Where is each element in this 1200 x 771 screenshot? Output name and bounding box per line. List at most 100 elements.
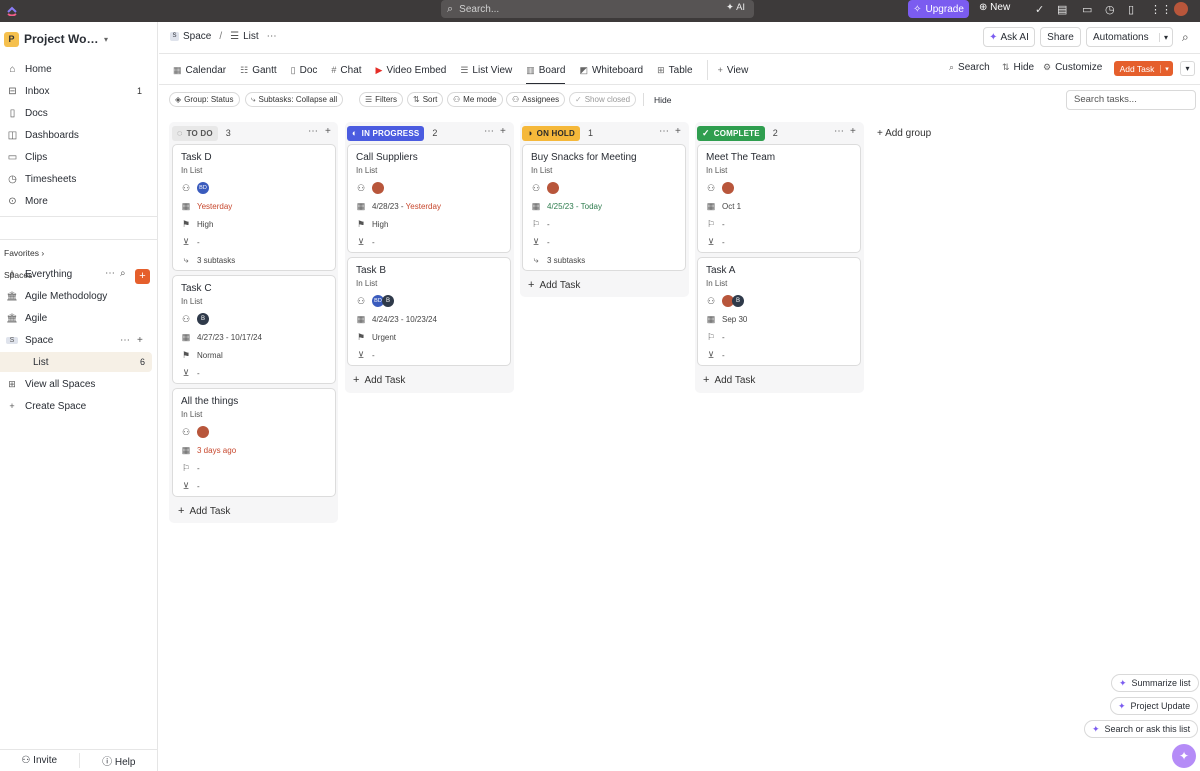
task-card-all-the-things[interactable]: All the things In List ⚇ ▦ 3 days ago ⚐ - … <box>172 388 336 497</box>
sidebar-item-home[interactable]: ⌂ Home <box>0 59 158 79</box>
tab-list-view[interactable]: ☰ List View <box>460 60 512 80</box>
more-dots-icon[interactable]: ⋯ <box>484 126 494 137</box>
search-tasks-input[interactable]: Search tasks... <box>1066 90 1196 110</box>
project-update-chip[interactable]: ✦ Project Update <box>1110 697 1199 715</box>
avatar[interactable] <box>372 182 384 194</box>
filters-chip[interactable]: ☰ Filters <box>359 92 403 107</box>
me-mode-chip[interactable]: ⚇ Me mode <box>447 92 503 107</box>
help-button[interactable]: ⓘ Help <box>78 753 159 768</box>
favorites-section[interactable]: Favorites › <box>4 248 44 258</box>
priority[interactable]: Urgent <box>372 333 396 342</box>
tags[interactable]: - <box>722 238 725 247</box>
search-icon[interactable]: ⌕ <box>1182 30 1189 45</box>
apps-grid-icon[interactable]: ⋮⋮ <box>1150 3 1172 16</box>
priority[interactable]: High <box>197 220 213 229</box>
avatar[interactable] <box>197 426 209 438</box>
add-task-in-progress-button[interactable]: + Add Task <box>353 374 405 386</box>
chevron-down-icon[interactable]: ▾ <box>1160 64 1173 73</box>
tab-video-embed[interactable]: ▶ Video Embed <box>376 60 447 80</box>
subtasks-chip[interactable]: ⤷ Subtasks: Collapse all <box>245 92 344 107</box>
clipboard-icon[interactable]: ▤ <box>1057 3 1067 16</box>
task-card-task-b[interactable]: Task B In List ⚇ BD B ▦ 4/24/23 - 10/23/24 … <box>347 257 511 366</box>
tags[interactable]: - <box>547 238 550 247</box>
assignees-chip[interactable]: ⚇ Assignees <box>506 92 566 107</box>
priority[interactable]: - <box>197 464 200 473</box>
sidebar-item-agile-methodology[interactable]: 🏛 Agile Methodology <box>0 286 158 306</box>
group-by-chip[interactable]: ◈ Group: Status <box>169 92 240 107</box>
priority[interactable]: - <box>722 333 725 342</box>
add-view-button[interactable]: + View <box>706 60 748 80</box>
due-date[interactable]: Yesterday <box>197 202 232 211</box>
tab-chat[interactable]: # Chat <box>331 60 361 80</box>
add-group-button[interactable]: + Add group <box>877 128 931 139</box>
ai-assistant-fab[interactable]: ✦ <box>1172 744 1196 768</box>
avatar[interactable] <box>722 182 734 194</box>
add-task-todo-button[interactable]: + Add Task <box>178 505 230 517</box>
hide-button[interactable]: ⇅ Hide <box>1002 62 1034 73</box>
due-date[interactable]: 4/27/23 - 10/17/24 <box>197 333 262 342</box>
video-icon[interactable]: ▭ <box>1082 3 1092 16</box>
sidebar-item-timesheets[interactable]: ◷ Timesheets <box>0 169 158 189</box>
due-date[interactable]: 4/28/23 - Yesterday <box>372 202 441 211</box>
add-task-button[interactable]: Add Task ▾ <box>1114 61 1173 76</box>
sidebar-item-dashboards[interactable]: ◫ Dashboards <box>0 125 158 145</box>
workspace-switcher[interactable]: P Project Workspace ▾ <box>4 30 108 48</box>
sidebar-item-inbox[interactable]: ⊟ Inbox 1 <box>0 81 158 101</box>
task-card-buy-snacks[interactable]: Buy Snacks for Meeting In List ⚇ ▦ 4/25/2… <box>522 144 686 271</box>
tags[interactable]: - <box>372 351 375 360</box>
more-dots-icon[interactable]: ⋯ <box>659 126 669 137</box>
hide-filters-button[interactable]: Hide <box>654 95 671 105</box>
invite-button[interactable]: ⚇ Invite <box>0 755 79 766</box>
plus-icon[interactable]: + <box>850 126 856 137</box>
subtasks-row[interactable]: ⤷ 3 subtasks <box>181 254 235 266</box>
sidebar-item-space[interactable]: S Space ⋯ + <box>0 330 158 350</box>
avatar[interactable]: B <box>197 313 209 325</box>
ai-button[interactable]: ✦ AI <box>726 2 745 13</box>
collapse-toolbar-button[interactable]: ▾ <box>1180 61 1195 76</box>
breadcrumb-list[interactable]: List <box>243 31 259 42</box>
sidebar-item-docs[interactable]: ▯ Docs <box>0 103 158 123</box>
share-button[interactable]: Share <box>1040 27 1081 47</box>
task-card-task-a[interactable]: Task A In List ⚇ B ▦ Sep 30 ⚐ - ⊻ - <box>697 257 861 366</box>
tab-doc[interactable]: ▯ Doc <box>291 60 318 80</box>
global-search-input[interactable]: ⌕ Search... <box>441 0 754 18</box>
more-dots-icon[interactable]: ⋯ <box>267 31 277 42</box>
avatar[interactable] <box>547 182 559 194</box>
check-circle-icon[interactable]: ✓ <box>1035 3 1044 16</box>
more-dots-icon[interactable]: ⋯ <box>308 126 318 137</box>
plus-icon[interactable]: + <box>500 126 506 137</box>
add-task-on-hold-button[interactable]: + Add Task <box>528 279 580 291</box>
add-task-complete-button[interactable]: + Add Task <box>703 374 755 386</box>
avatar[interactable]: BD <box>197 182 209 194</box>
priority[interactable]: High <box>372 220 388 229</box>
due-date[interactable]: 4/25/23 - Today <box>547 202 602 211</box>
breadcrumb-space[interactable]: Space <box>183 31 211 42</box>
timer-icon[interactable]: ◷ <box>1105 3 1115 16</box>
plus-icon[interactable]: + <box>325 126 331 137</box>
subtasks-row[interactable]: ⤷ 3 subtasks <box>531 254 585 266</box>
status-pill-todo[interactable]: ◌ TO DO <box>172 125 218 141</box>
search-ask-list-chip[interactable]: ✦ Search or ask this list <box>1084 720 1199 738</box>
doc-icon[interactable]: ▯ <box>1128 3 1134 16</box>
tags[interactable]: - <box>197 369 200 378</box>
plus-icon[interactable]: + <box>675 126 681 137</box>
new-button[interactable]: ⊕ New <box>979 2 1010 13</box>
status-pill-in-progress[interactable]: ◐ IN PROGRESS <box>347 125 425 141</box>
more-dots-icon[interactable]: ⋯ <box>834 126 844 137</box>
customize-button[interactable]: ⚙ Customize <box>1043 62 1102 73</box>
status-pill-complete[interactable]: ✓ COMPLETE <box>697 125 765 141</box>
sidebar-item-list[interactable]: List 6 <box>0 352 152 372</box>
tags[interactable]: - <box>722 351 725 360</box>
plus-icon[interactable]: + <box>137 335 143 346</box>
sidebar-item-view-all-spaces[interactable]: ⊞ View all Spaces <box>0 374 158 394</box>
task-card-task-d[interactable]: Task D In List ⚇ BD ▦ Yesterday ⚑ High ⊻ - ⤷… <box>172 144 336 271</box>
due-date[interactable]: 4/24/23 - 10/23/24 <box>372 315 437 324</box>
tab-calendar[interactable]: ▦ Calendar <box>173 60 226 80</box>
tags[interactable]: - <box>372 238 375 247</box>
priority[interactable]: - <box>547 220 550 229</box>
tags[interactable]: - <box>197 482 200 491</box>
automations-button[interactable]: Automations ▾ <box>1086 27 1173 47</box>
avatar[interactable]: B <box>732 295 744 307</box>
tab-whiteboard[interactable]: ◩ Whiteboard <box>579 60 643 80</box>
clickup-logo-icon[interactable] <box>6 4 18 16</box>
